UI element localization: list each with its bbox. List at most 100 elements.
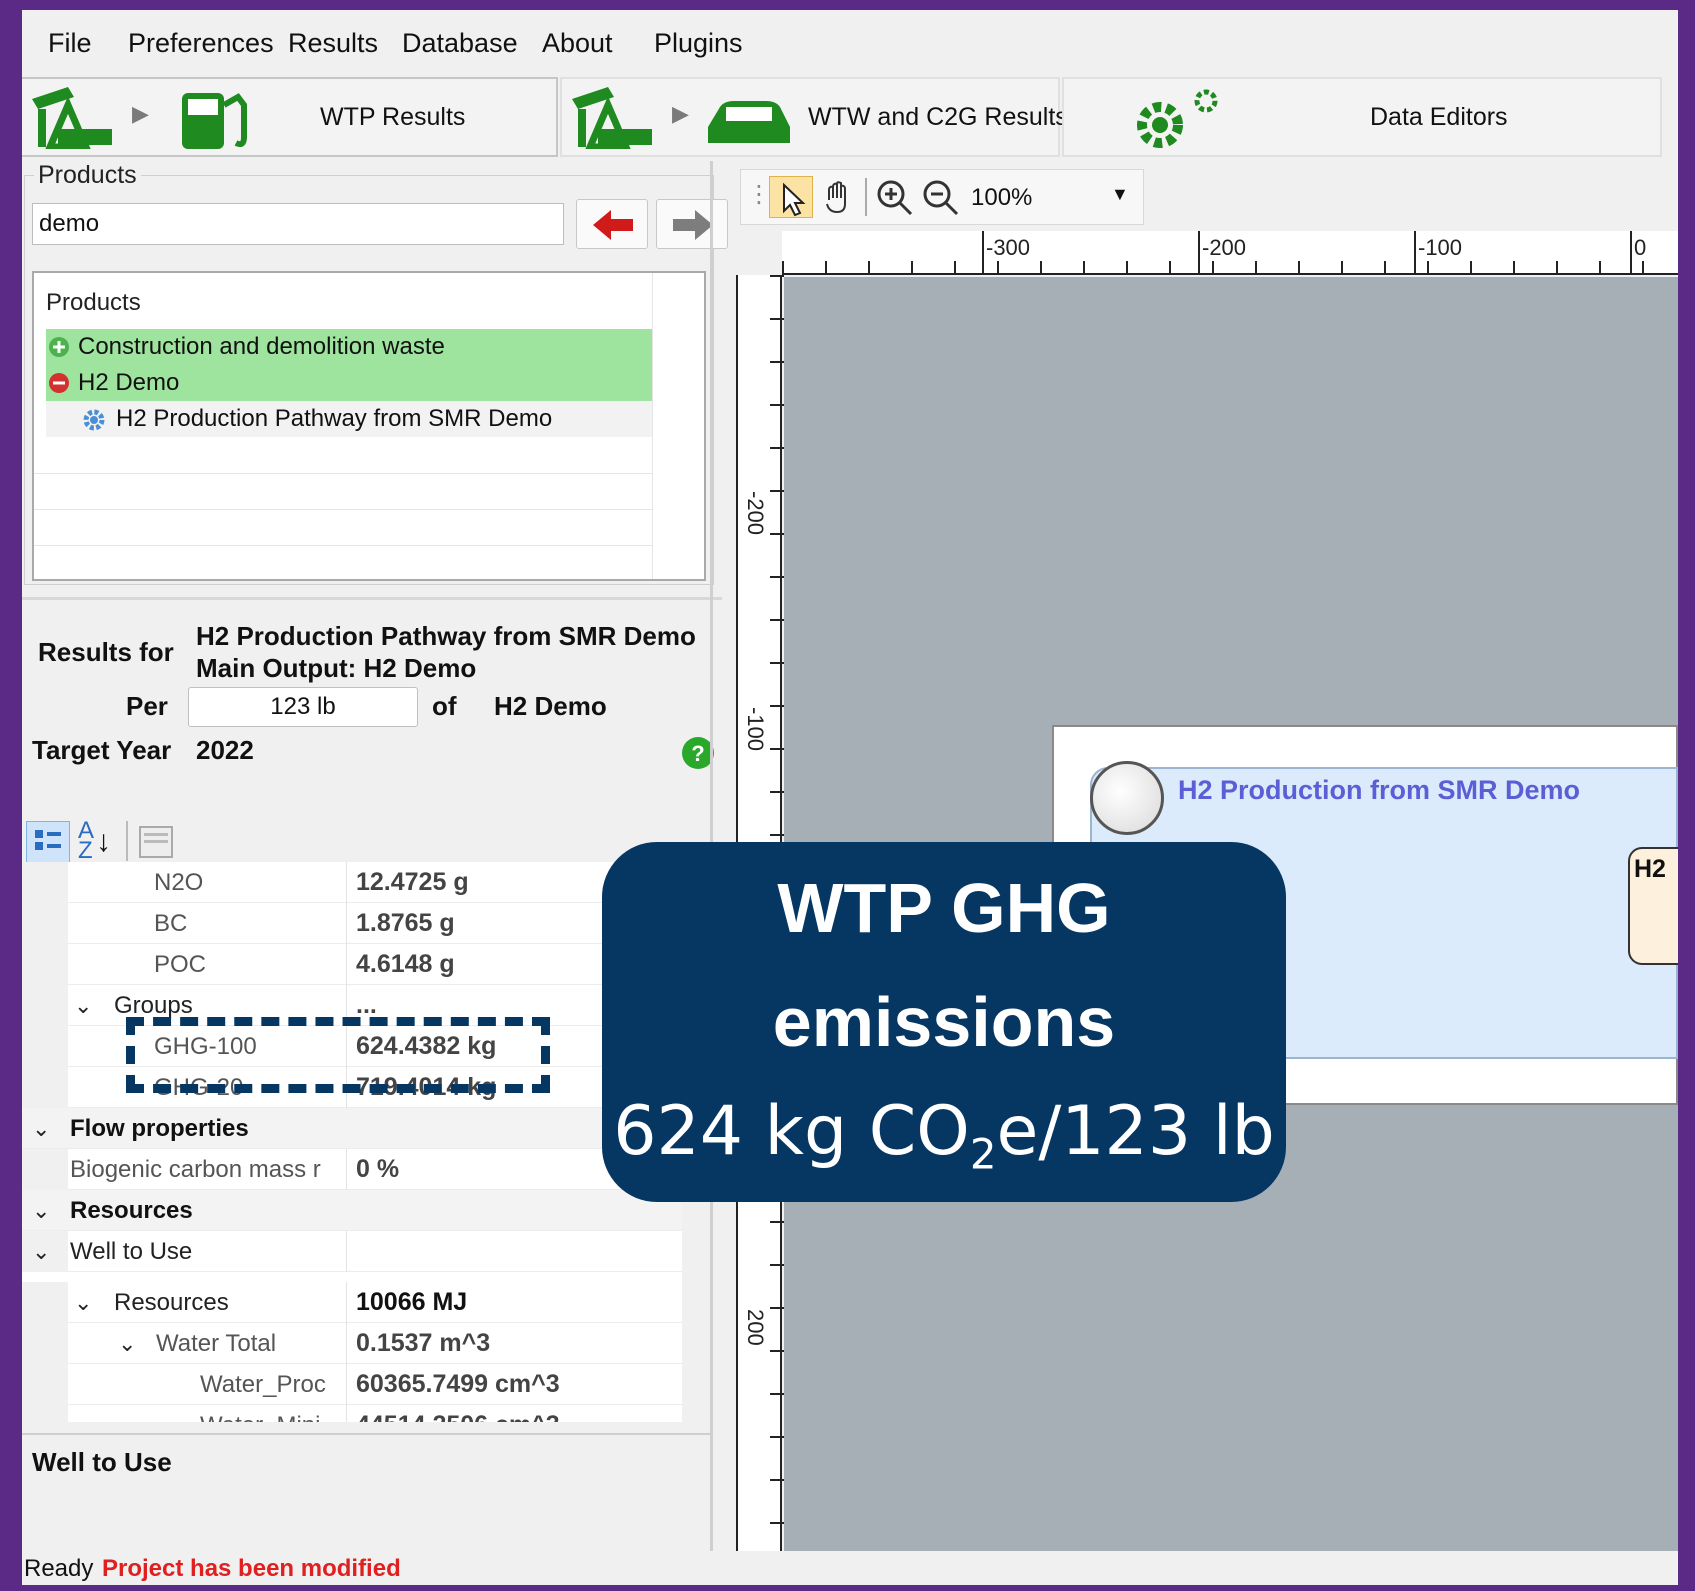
grid-category-resources[interactable]: ⌄ Resources [22, 1190, 682, 1231]
grid-row-n2o[interactable]: N2O 12.4725 g [22, 862, 682, 903]
zoom-level[interactable]: 100% [971, 184, 1032, 212]
tree-header: Products [46, 289, 141, 316]
grid-divider [346, 1231, 347, 1272]
menu-about[interactable]: About [542, 28, 613, 59]
grid-row-value: 4.6148 g [356, 950, 455, 978]
tree-scroll-gutter [652, 273, 653, 579]
ruler-label: -300 [986, 235, 1031, 260]
oil-pump-icon [32, 87, 112, 149]
grid-row-well-to-use[interactable]: ⌄ Well to Use [22, 1231, 682, 1272]
grid-divider [346, 903, 347, 944]
property-grid-lower[interactable]: ⌄ Resources 10066 MJ ⌄ Water Total 0.153… [22, 1282, 682, 1422]
grid-gutter [22, 862, 68, 903]
tree-item-h2-demo[interactable]: H2 Demo [46, 365, 652, 401]
grid-divider [346, 1405, 347, 1422]
wtp-results-label: WTP Results [320, 103, 466, 131]
back-button[interactable] [576, 199, 648, 249]
chevron-down-icon[interactable]: ▼ [1111, 184, 1129, 205]
tree-item-label: H2 Demo [78, 369, 180, 396]
grid-gutter [22, 944, 68, 985]
ghg-callout: WTP GHG emissions 624 kg CO2e/123 lb [602, 842, 1286, 1202]
toolbar-separator [865, 178, 867, 216]
menu-database[interactable]: Database [402, 28, 518, 59]
tree-item-h2-pathway[interactable]: H2 Production Pathway from SMR Demo [46, 401, 652, 437]
grid-row-value: 44514.2506 cm^3 [356, 1405, 560, 1422]
grid-row-water-proc[interactable]: Water_Proc 60365.7499 cm^3 [22, 1364, 682, 1405]
menu-results[interactable]: Results [288, 28, 378, 59]
grid-row-name: Water_Mini [200, 1405, 342, 1422]
property-pages-icon[interactable] [138, 825, 174, 859]
grid-gutter [22, 1364, 68, 1405]
grid-row-name: Flow properties [70, 1115, 249, 1142]
select-tool-button[interactable] [769, 176, 813, 218]
grid-row-biogenic[interactable]: Biogenic carbon mass r 0 % [22, 1149, 682, 1190]
per-label: Per [126, 691, 168, 721]
output-node[interactable]: H2 [1628, 847, 1678, 965]
toolbar-separator [126, 821, 128, 861]
target-year-value: 2022 [196, 735, 254, 765]
grid-row-poc[interactable]: POC 4.6148 g [22, 944, 682, 985]
of-product: H2 Demo [494, 691, 607, 721]
callout-subscript: 2 [969, 1129, 997, 1179]
grid-gutter [22, 903, 68, 944]
products-group-title: Products [34, 161, 141, 190]
data-editors-button[interactable]: Data Editors [1062, 77, 1662, 157]
status-bar: Ready Project has been modified [22, 1553, 1678, 1585]
grid-divider [346, 1149, 347, 1190]
tree-row-divider [34, 545, 652, 546]
main-output: Main Output: H2 Demo [196, 653, 477, 683]
tree-row-divider [34, 509, 652, 510]
grid-row-name: N2O [154, 869, 204, 896]
arrow-right-icon [673, 210, 713, 240]
grid-row-water-mini[interactable]: Water_Mini 44514.2506 cm^3 [22, 1405, 682, 1422]
zoom-out-icon[interactable] [921, 178, 961, 218]
callout-line2: emissions [772, 983, 1116, 1061]
grid-row-value: 10066 MJ [356, 1288, 468, 1316]
wtw-results-label: WTW and C2G Results [808, 103, 1068, 131]
output-node-label: H2 [1634, 855, 1666, 883]
fuel-pump-icon [182, 93, 247, 149]
chevron-down-icon[interactable]: ⌄ [118, 1323, 136, 1364]
tree-item-construction-waste[interactable]: Construction and demolition waste [46, 329, 652, 365]
results-for-label: Results for [38, 637, 174, 667]
grid-row-name: Water_Proc [200, 1371, 326, 1398]
grid-divider [346, 862, 347, 903]
chevron-down-icon[interactable]: ⌄ [32, 1108, 50, 1149]
menu-file[interactable]: File [48, 28, 92, 59]
grid-row-name: Water Total [156, 1330, 277, 1357]
status-ready: Ready [24, 1555, 94, 1582]
grid-gutter [22, 1405, 68, 1422]
grid-row-bc[interactable]: BC 1.8765 g [22, 903, 682, 944]
chevron-down-icon[interactable]: ⌄ [74, 1282, 92, 1323]
grid-row-name: Biogenic carbon mass r [70, 1156, 321, 1183]
ruler-label: -200 [743, 491, 768, 536]
grid-row-resources-energy[interactable]: ⌄ Resources 10066 MJ [22, 1282, 682, 1323]
grid-divider [346, 1364, 347, 1405]
zoom-in-icon[interactable] [875, 178, 915, 218]
grid-row-value: 12.4725 g [356, 868, 469, 896]
grid-divider [346, 1282, 347, 1323]
sort-alphabetical-icon[interactable]: AZ [78, 819, 94, 863]
chevron-down-icon[interactable]: ⌄ [32, 1231, 50, 1272]
splitter[interactable] [22, 597, 722, 600]
grid-gutter [22, 1282, 68, 1323]
grid-row-water-total[interactable]: ⌄ Water Total 0.1537 m^3 [22, 1323, 682, 1364]
menu-plugins[interactable]: Plugins [654, 28, 743, 59]
pointer-icon [783, 182, 806, 217]
wtp-results-button[interactable]: ▶ WTP Results [22, 77, 558, 157]
product-search-input[interactable]: demo [32, 203, 564, 245]
grid-gutter [22, 1149, 68, 1190]
chevron-down-icon[interactable]: ⌄ [32, 1190, 50, 1231]
pan-hand-icon[interactable] [819, 178, 859, 218]
gears-icon [1137, 89, 1218, 148]
node-port-circle[interactable] [1090, 761, 1164, 835]
menu-preferences[interactable]: Preferences [128, 28, 274, 59]
chevron-down-icon[interactable]: ⌄ [74, 985, 92, 1026]
quantity-input[interactable]: 123 lb [188, 687, 418, 727]
wtw-results-button[interactable]: ▶ WTW and C2G Results [560, 77, 1068, 157]
grid-category-flow-properties[interactable]: ⌄ Flow properties [22, 1108, 682, 1149]
categorized-view-button[interactable] [26, 821, 70, 865]
oil-pump-icon [572, 87, 652, 149]
forward-button[interactable] [656, 199, 728, 249]
products-tree[interactable]: Products Construction and demolition was… [32, 271, 706, 581]
